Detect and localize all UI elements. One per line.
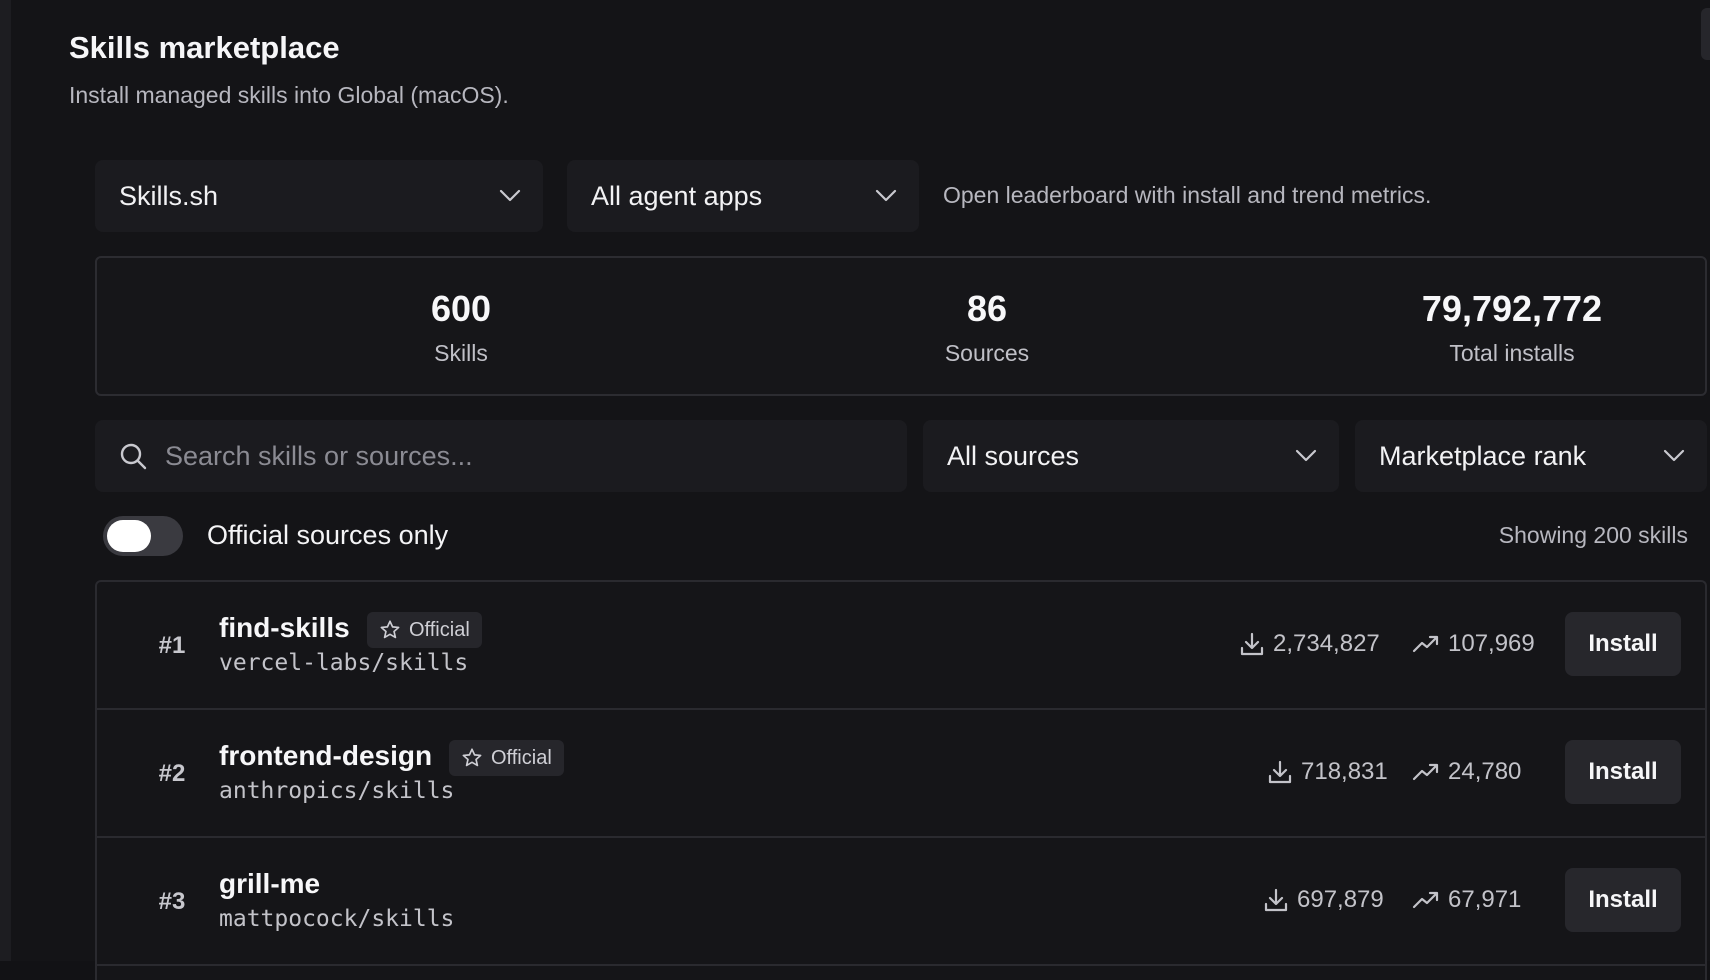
stat-value: 600 <box>430 288 492 329</box>
stat-value: 79,792,772 <box>1421 288 1603 329</box>
skill-rank: #2 <box>158 760 186 787</box>
trending-up-icon <box>1412 763 1439 781</box>
toggle-knob <box>107 520 151 552</box>
search-box[interactable] <box>95 420 907 492</box>
skill-rank: #3 <box>158 888 186 915</box>
provider-select-value: Skills.sh <box>119 180 219 211</box>
trend-metric: 107,969 <box>1412 626 1535 662</box>
stat-value: 86 <box>966 288 1008 329</box>
stat-total-installs: 79,792,772 Total installs <box>1312 288 1710 367</box>
installs-value: 697,879 <box>1297 886 1384 913</box>
install-button[interactable]: Install <box>1565 868 1681 932</box>
official-badge: Official <box>449 740 564 776</box>
badge-label: Official <box>409 618 470 641</box>
dialog-subtitle: Install managed skills into Global (macO… <box>69 82 509 108</box>
sort-select[interactable]: Marketplace rank <box>1355 420 1707 492</box>
stat-label: Total installs <box>1449 340 1575 366</box>
install-button[interactable]: Install <box>1565 740 1681 804</box>
trend-metric: 24,780 <box>1412 754 1521 790</box>
download-icon <box>1268 760 1292 784</box>
search-input[interactable] <box>163 439 867 473</box>
official-badge: Official <box>367 612 482 648</box>
search-icon <box>120 443 147 470</box>
skill-source: anthropics/skills <box>219 778 455 804</box>
skill-source: vercel-labs/skills <box>219 650 469 676</box>
sources-select-value: All sources <box>947 440 1080 471</box>
official-sources-toggle[interactable] <box>103 516 183 556</box>
trending-up-icon <box>1412 891 1439 909</box>
skill-rank: #1 <box>158 632 186 659</box>
results-count: Showing 200 skills <box>1498 522 1688 548</box>
skills-marketplace-dialog: × Skills marketplace Install managed ski… <box>11 0 1710 980</box>
installs-value: 2,734,827 <box>1273 630 1380 657</box>
star-icon <box>380 620 400 639</box>
star-icon <box>462 748 482 767</box>
background-window-edge <box>0 0 11 961</box>
stat-skills: 600 Skills <box>261 288 661 367</box>
skills-list: #1 find-skills Official vercel-labs/skil… <box>95 580 1707 980</box>
trending-up-icon <box>1412 635 1439 653</box>
sources-select[interactable]: All sources <box>923 420 1339 492</box>
agent-apps-select[interactable]: All agent apps <box>567 160 919 232</box>
trend-value: 107,969 <box>1448 630 1535 657</box>
installs-metric: 697,879 <box>1263 882 1384 918</box>
skill-row: #2 frontend-design Official anthropics/s… <box>97 710 1705 838</box>
badge-label: Official <box>491 746 552 769</box>
install-button[interactable]: Install <box>1565 612 1681 676</box>
download-icon <box>1264 888 1288 912</box>
stat-sources: 86 Sources <box>787 288 1187 367</box>
installs-value: 718,831 <box>1301 758 1388 785</box>
provider-select[interactable]: Skills.sh <box>95 160 543 232</box>
sort-select-value: Marketplace rank <box>1379 440 1587 471</box>
agent-apps-select-value: All agent apps <box>591 180 763 211</box>
chevron-down-icon <box>875 189 897 202</box>
skill-name[interactable]: grill-me <box>219 868 320 900</box>
installs-metric: 718,831 <box>1267 754 1388 790</box>
download-icon <box>1240 632 1264 656</box>
skill-name[interactable]: find-skills <box>219 612 350 644</box>
provider-hint: Open leaderboard with install and trend … <box>943 182 1432 208</box>
trend-value: 24,780 <box>1448 758 1522 785</box>
trend-value: 67,971 <box>1448 886 1522 913</box>
dialog-title: Skills marketplace <box>69 30 340 65</box>
skill-source: mattpocock/skills <box>219 906 455 932</box>
official-sources-label: Official sources only <box>207 520 449 550</box>
chevron-down-icon <box>1295 449 1317 462</box>
chevron-down-icon <box>1663 449 1685 462</box>
stats-panel: 600 Skills 86 Sources 79,792,772 Total i… <box>95 256 1707 396</box>
chevron-down-icon <box>499 189 521 202</box>
stat-label: Sources <box>944 340 1030 366</box>
stat-label: Skills <box>434 340 488 366</box>
skill-name[interactable]: frontend-design <box>219 740 432 772</box>
installs-metric: 2,734,827 <box>1239 626 1380 662</box>
skill-row: #3 grill-me mattpocock/skills 697,879 67… <box>97 838 1705 966</box>
trend-metric: 67,971 <box>1412 882 1521 918</box>
skill-row: #1 find-skills Official vercel-labs/skil… <box>97 582 1705 710</box>
close-button[interactable]: × <box>1701 8 1710 60</box>
